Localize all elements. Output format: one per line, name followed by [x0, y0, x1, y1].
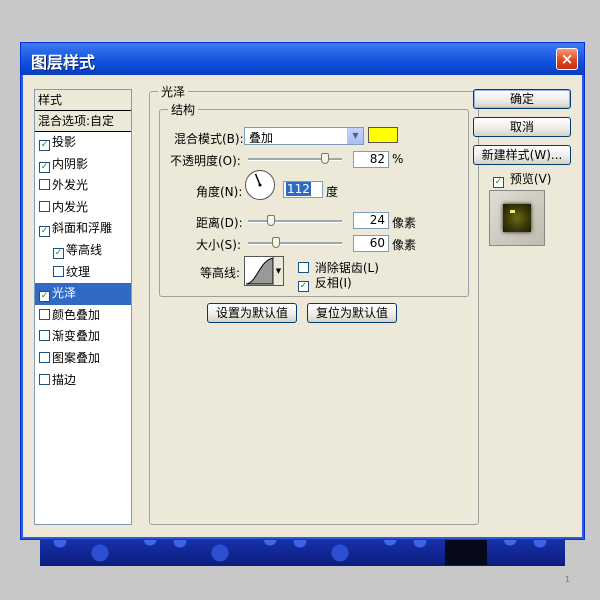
- angle-needle-icon: [254, 173, 262, 187]
- structure-group-title: 结构: [168, 101, 199, 118]
- angle-unit: 度: [326, 185, 339, 199]
- style-preview-thumbnail: [489, 190, 545, 246]
- style-item-checkbox[interactable]: [39, 351, 50, 363]
- angle-field[interactable]: 112: [283, 181, 323, 198]
- angle-label: 角度(N):: [196, 185, 243, 199]
- anti-alias-checkbox[interactable]: [298, 262, 309, 273]
- preview-highlight: [510, 210, 515, 213]
- preview-checkbox[interactable]: ✓: [493, 177, 504, 188]
- background-dark-patch: [445, 537, 487, 565]
- reset-default-button[interactable]: 复位为默认值: [307, 303, 397, 323]
- blend-options-item[interactable]: 混合选项:自定: [35, 111, 131, 132]
- style-item-label: 等高线: [66, 242, 103, 257]
- opacity-label: 不透明度(O):: [170, 154, 241, 168]
- style-item-checkbox[interactable]: [39, 179, 50, 191]
- contour-label: 等高线:: [200, 266, 241, 280]
- styles-list: 样式 混合选项:自定 ✓ 投影 ✓ 内阴影 外发光 内发光 ✓ 斜面和浮雕 ✓ 等高线 纹理 ✓ 光泽颜…: [34, 89, 132, 525]
- style-item[interactable]: 内发光: [35, 197, 131, 219]
- style-item[interactable]: ✓ 内阴影: [35, 154, 131, 176]
- title-bar[interactable]: 图层样式 ×: [21, 43, 584, 75]
- opacity-slider[interactable]: [248, 151, 342, 167]
- angle-dial[interactable]: [245, 170, 275, 200]
- style-item-label: 渐变叠加: [52, 329, 101, 344]
- distance-slider[interactable]: [248, 213, 342, 229]
- set-default-button[interactable]: 设置为默认值: [207, 303, 297, 323]
- size-field[interactable]: 60: [353, 235, 389, 252]
- preview-option[interactable]: ✓ 预览(V): [493, 170, 551, 188]
- invert-option[interactable]: ✓ 反相(I): [298, 274, 352, 292]
- style-item[interactable]: 外发光: [35, 175, 131, 197]
- distance-slider-track: [248, 220, 342, 223]
- distance-field[interactable]: 24: [353, 212, 389, 229]
- invert-checkbox[interactable]: ✓: [298, 281, 309, 292]
- styles-header[interactable]: 样式: [35, 90, 131, 111]
- size-slider-thumb[interactable]: [272, 237, 281, 248]
- style-item[interactable]: ✓ 投影: [35, 132, 131, 154]
- style-item-checkbox[interactable]: ✓: [39, 226, 50, 238]
- blend-color-swatch[interactable]: [368, 127, 398, 143]
- style-item-label: 外发光: [52, 178, 89, 193]
- window-title: 图层样式: [31, 53, 96, 72]
- blend-mode-label: 混合模式(B):: [174, 132, 244, 146]
- style-item[interactable]: 纹理: [35, 262, 131, 284]
- style-item-label: 光泽: [52, 286, 77, 301]
- invert-label: 反相(I): [314, 276, 352, 290]
- close-button[interactable]: ×: [556, 48, 578, 70]
- style-item[interactable]: ✓ 光泽: [35, 283, 131, 305]
- style-item-label: 投影: [52, 135, 77, 149]
- opacity-slider-thumb[interactable]: [321, 153, 330, 164]
- angle-value: 112: [286, 182, 311, 196]
- size-slider[interactable]: [248, 235, 342, 251]
- contour-picker[interactable]: ▼: [244, 256, 284, 286]
- close-icon: ×: [560, 50, 574, 68]
- style-item-label: 内阴影: [52, 156, 89, 171]
- style-item-label: 内发光: [52, 199, 89, 214]
- style-item-label: 描边: [52, 372, 77, 387]
- opacity-field[interactable]: 82: [353, 151, 389, 168]
- distance-label: 距离(D):: [196, 216, 243, 230]
- page-number: 1: [565, 575, 571, 584]
- size-unit: 像素: [392, 238, 417, 252]
- style-item[interactable]: 描边: [35, 370, 131, 392]
- blend-mode-select[interactable]: 叠加 ▼: [244, 127, 364, 145]
- style-item-label: 斜面和浮雕: [52, 221, 113, 236]
- style-item-checkbox[interactable]: [39, 373, 50, 385]
- new-style-button[interactable]: 新建样式(W)...: [473, 145, 571, 165]
- style-item[interactable]: ✓ 等高线: [35, 240, 131, 262]
- style-item-checkbox[interactable]: [39, 308, 50, 320]
- style-item-checkbox[interactable]: [53, 265, 64, 277]
- style-item[interactable]: 渐变叠加: [35, 326, 131, 348]
- style-item-checkbox[interactable]: ✓: [39, 140, 50, 151]
- style-item-checkbox[interactable]: ✓: [39, 291, 50, 303]
- distance-unit: 像素: [392, 216, 417, 230]
- ok-button[interactable]: 确定: [473, 89, 571, 109]
- distance-slider-thumb[interactable]: [266, 215, 275, 226]
- contour-dropdown-icon[interactable]: ▼: [273, 257, 283, 285]
- chevron-down-icon: ▼: [347, 128, 363, 144]
- preview-label: 预览(V): [509, 172, 552, 186]
- size-slider-track: [248, 242, 342, 245]
- style-items: ✓ 投影 ✓ 内阴影 外发光 内发光 ✓ 斜面和浮雕 ✓ 等高线 纹理 ✓ 光泽 颜色叠加 渐变叠加 图案叠加…: [35, 132, 131, 391]
- opacity-unit: %: [392, 152, 404, 166]
- style-item[interactable]: 图案叠加: [35, 348, 131, 370]
- style-item-label: 纹理: [66, 264, 91, 279]
- style-item-label: 图案叠加: [52, 350, 101, 365]
- blend-mode-value: 叠加: [249, 131, 274, 145]
- cancel-button[interactable]: 取消: [473, 117, 571, 137]
- style-item-checkbox[interactable]: ✓: [39, 161, 50, 173]
- style-item[interactable]: 颜色叠加: [35, 305, 131, 327]
- anti-alias-label: 消除锯齿(L): [314, 261, 379, 275]
- style-item[interactable]: ✓ 斜面和浮雕: [35, 218, 131, 240]
- satin-group-title: 光泽: [158, 83, 189, 100]
- style-item-checkbox[interactable]: [39, 330, 50, 342]
- style-item-checkbox[interactable]: [39, 200, 50, 212]
- style-item-label: 颜色叠加: [52, 307, 101, 322]
- style-item-checkbox[interactable]: ✓: [53, 247, 64, 259]
- size-label: 大小(S):: [196, 238, 242, 252]
- preview-swatch: [503, 204, 531, 232]
- contour-curve-icon: [245, 257, 274, 285]
